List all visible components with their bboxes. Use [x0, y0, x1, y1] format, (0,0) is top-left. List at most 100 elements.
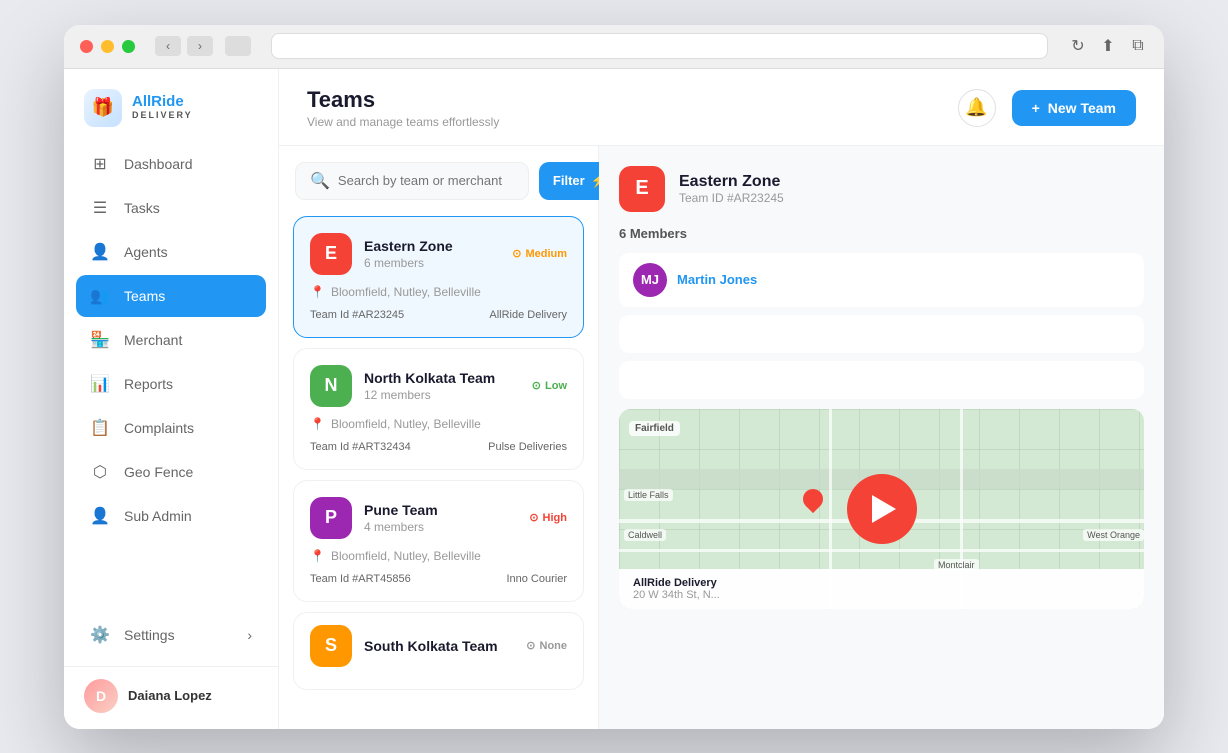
plus-icon: +: [1032, 100, 1040, 116]
complaints-icon: 📋: [90, 418, 110, 438]
sidebar-item-label: Merchant: [124, 332, 182, 348]
team-merchant: AllRide Delivery: [489, 309, 567, 321]
map-label: West Orange: [1083, 529, 1144, 541]
chevron-right-icon: ›: [247, 627, 252, 643]
geo-fence-icon: ⬡: [90, 462, 110, 482]
sidebar-item-agents[interactable]: 👤 Agents: [76, 231, 266, 273]
team-detail-header: E Eastern Zone Team ID #AR23245: [619, 166, 1144, 212]
team-info: Eastern Zone 6 members: [364, 238, 500, 270]
team-priority-badge: ⊙ None: [526, 639, 567, 652]
merchant-icon: 🏪: [90, 330, 110, 350]
page-title: Teams: [307, 87, 499, 113]
teams-icon: 👥: [90, 286, 110, 306]
sidebar-item-sub-admin[interactable]: 👤 Sub Admin: [76, 495, 266, 537]
sidebar-item-complaints[interactable]: 📋 Complaints: [76, 407, 266, 449]
team-name: Eastern Zone: [364, 238, 500, 254]
sidebar-item-label: Geo Fence: [124, 464, 193, 480]
team-detail-id: Team ID #AR23245: [679, 191, 784, 205]
sidebar-item-settings[interactable]: ⚙️ Settings ›: [76, 614, 266, 656]
sidebar-item-label: Reports: [124, 376, 173, 392]
team-priority-badge: ⊙ High: [529, 511, 567, 524]
table-row[interactable]: S South Kolkata Team ⊙ None: [293, 612, 584, 690]
team-name: South Kolkata Team: [364, 638, 514, 654]
sidebar-item-label: Tasks: [124, 200, 160, 216]
priority-icon: ⊙: [526, 639, 535, 652]
page-subtitle: View and manage teams effortlessly: [307, 115, 499, 129]
logo-sub: DELIVERY: [132, 111, 193, 121]
table-row[interactable]: P Pune Team 4 members ⊙ High 📍: [293, 480, 584, 602]
agents-icon: 👤: [90, 242, 110, 262]
team-merchant: Inno Courier: [506, 573, 567, 585]
list-item: [619, 315, 1144, 353]
merchant-address: 20 W 34th St, N...: [633, 589, 1130, 601]
reload-icon[interactable]: ↻: [1068, 36, 1088, 56]
page-title-block: Teams View and manage teams effortlessly: [307, 87, 499, 129]
table-row[interactable]: N North Kolkata Team 12 members ⊙ Low: [293, 348, 584, 470]
sidebar-item-dashboard[interactable]: ⊞ Dashboard: [76, 143, 266, 185]
mac-window: ‹ › ↻ ⬆ ⧉ 🎁 AllRide DELIVERY ⊞ Da: [64, 25, 1164, 729]
team-id: Team Id #ART32434: [310, 441, 411, 453]
team-location: 📍 Bloomfield, Nutley, Belleville: [310, 549, 567, 563]
mac-minimize-btn[interactable]: [101, 40, 114, 53]
team-detail-info: Eastern Zone Team ID #AR23245: [679, 173, 784, 205]
mac-back-btn[interactable]: ‹: [155, 36, 181, 56]
teams-panel: 🔍 Filter ⚡ E Eastern Zone: [279, 146, 1164, 729]
play-button[interactable]: [847, 474, 917, 544]
member-name: Martin Jones: [677, 272, 757, 287]
member-avatar: MJ: [633, 263, 667, 297]
notification-button[interactable]: 🔔: [958, 89, 996, 127]
logo-text: AllRide DELIVERY: [132, 94, 193, 120]
map-road: [619, 549, 1144, 552]
sidebar-item-reports[interactable]: 📊 Reports: [76, 363, 266, 405]
mac-address-bar[interactable]: [271, 33, 1048, 59]
team-id: Team Id #ART45856: [310, 573, 411, 585]
priority-icon: ⊙: [529, 511, 538, 524]
new-team-button[interactable]: + New Team: [1012, 90, 1136, 126]
team-footer: Team Id #ART32434 Pulse Deliveries: [310, 441, 567, 453]
mac-close-btn[interactable]: [80, 40, 93, 53]
user-name: Daiana Lopez: [128, 688, 212, 703]
search-input-wrap: 🔍: [295, 162, 529, 200]
search-icon: 🔍: [310, 171, 330, 191]
sidebar-item-label: Teams: [124, 288, 165, 304]
sidebar-item-merchant[interactable]: 🏪 Merchant: [76, 319, 266, 361]
members-label: 6 Members: [619, 226, 1144, 241]
header-actions: 🔔 + New Team: [958, 89, 1136, 127]
logo-icon: 🎁: [84, 89, 122, 127]
priority-icon: ⊙: [512, 247, 521, 260]
location-icon: 📍: [310, 417, 325, 431]
sidebar-item-geo-fence[interactable]: ⬡ Geo Fence: [76, 451, 266, 493]
team-location: 📍 Bloomfield, Nutley, Belleville: [310, 417, 567, 431]
team-avatar: E: [310, 233, 352, 275]
mac-sidebar-toggle[interactable]: [225, 36, 251, 56]
settings-icon: ⚙️: [90, 625, 110, 645]
team-detail-name: Eastern Zone: [679, 173, 784, 191]
priority-icon: ⊙: [532, 379, 541, 392]
app-layout: 🎁 AllRide DELIVERY ⊞ Dashboard ☰ Tasks 👤: [64, 69, 1164, 729]
sidebar-user: D Daiana Lopez: [64, 666, 278, 713]
sidebar-item-tasks[interactable]: ☰ Tasks: [76, 187, 266, 229]
team-avatar: S: [310, 625, 352, 667]
team-priority-badge: ⊙ Medium: [512, 247, 567, 260]
share-icon[interactable]: ⬆: [1098, 36, 1118, 56]
sidebar-item-teams[interactable]: 👥 Teams: [76, 275, 266, 317]
search-bar: 🔍 Filter ⚡: [279, 146, 598, 216]
sidebar: 🎁 AllRide DELIVERY ⊞ Dashboard ☰ Tasks 👤: [64, 69, 279, 729]
mac-forward-btn[interactable]: ›: [187, 36, 213, 56]
main-content: Teams View and manage teams effortlessly…: [279, 69, 1164, 729]
team-location: 📍 Bloomfield, Nutley, Belleville: [310, 285, 567, 299]
tab-icon[interactable]: ⧉: [1128, 36, 1148, 56]
sidebar-nav: ⊞ Dashboard ☰ Tasks 👤 Agents 👥 Teams 🏪: [64, 143, 278, 614]
table-row[interactable]: E Eastern Zone 6 members ⊙ Medium 📍: [293, 216, 584, 338]
team-avatar: N: [310, 365, 352, 407]
team-info: South Kolkata Team: [364, 638, 514, 654]
team-members-count: 12 members: [364, 388, 520, 402]
mac-maximize-btn[interactable]: [122, 40, 135, 53]
sidebar-item-label: Dashboard: [124, 156, 193, 172]
dashboard-icon: ⊞: [90, 154, 110, 174]
map-label: Little Falls: [624, 489, 673, 501]
main-header: Teams View and manage teams effortlessly…: [279, 69, 1164, 146]
sidebar-logo: 🎁 AllRide DELIVERY: [64, 69, 278, 143]
list-item: MJ Martin Jones: [619, 253, 1144, 307]
search-input[interactable]: [338, 173, 514, 188]
